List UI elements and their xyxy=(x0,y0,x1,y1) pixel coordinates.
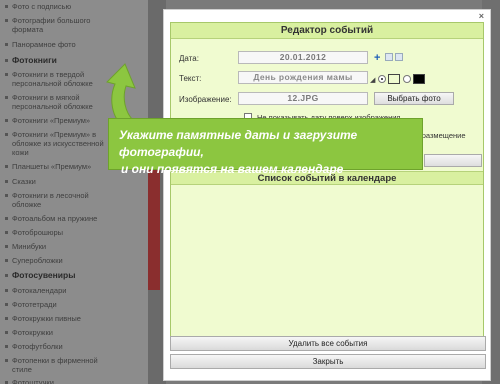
bullet-icon xyxy=(5,59,8,62)
sidebar-item[interactable]: стиле xyxy=(12,365,152,374)
bullet-icon xyxy=(5,317,8,320)
bullet-icon xyxy=(5,217,8,220)
image-label: Изображение: xyxy=(179,95,232,104)
bullet-icon xyxy=(5,259,8,262)
callout-line-2: и они появятся на вашем календаре xyxy=(121,162,344,176)
sidebar-section-heading: Фотосувениры xyxy=(12,270,76,280)
callout-line-1: Укажите памятные даты и загрузите фотогр… xyxy=(119,128,358,159)
bullet-icon xyxy=(5,245,8,248)
bullet-icon xyxy=(5,359,8,362)
sidebar-item[interactable]: Панорамное фото xyxy=(12,40,152,49)
sidebar-item[interactable]: Фотокружки xyxy=(12,328,152,337)
bullet-icon xyxy=(5,165,8,168)
date-input[interactable]: 20.01.2012 xyxy=(238,51,368,64)
promo-callout: Укажите памятные даты и загрузите фотогр… xyxy=(108,118,423,176)
sidebar-item[interactable]: Фотопенки в фирменной xyxy=(12,356,152,365)
sidebar-item[interactable]: Сказки xyxy=(12,177,152,186)
resize-grip-icon: ◢ xyxy=(370,77,376,84)
date-label: Дата: xyxy=(179,54,199,63)
sidebar-item[interactable]: Фототетради xyxy=(12,300,152,309)
image-input[interactable]: 12.JPG xyxy=(238,92,368,105)
sidebar-item[interactable]: Минибуки xyxy=(12,242,152,251)
bullet-icon xyxy=(5,73,8,76)
bullet-icon xyxy=(5,274,8,277)
editor-title: Редактор событий xyxy=(171,23,483,39)
bullet-icon xyxy=(5,231,8,234)
editor-panel: Редактор событий Дата: 20.01.2012 + Текс… xyxy=(170,22,484,344)
sidebar-item[interactable]: Фотоброшюры xyxy=(12,228,152,237)
sidebar-nav: Фото с подписью Фотографии большого формат… xyxy=(0,0,160,384)
close-button[interactable]: Закрыть xyxy=(170,354,486,369)
bullet-icon xyxy=(5,96,8,99)
sidebar-item[interactable]: Фотографии большого xyxy=(12,16,152,25)
black-swatch[interactable] xyxy=(413,74,425,84)
bullet-icon xyxy=(5,119,8,122)
bullet-icon xyxy=(5,303,8,306)
sidebar-item[interactable]: Фотоштучки xyxy=(12,378,152,384)
event-editor-modal: × Редактор событий Дата: 20.01.2012 + Те… xyxy=(163,9,491,381)
bullet-icon xyxy=(5,331,8,334)
bullet-icon xyxy=(5,43,8,46)
delete-all-button[interactable]: Удалить все события xyxy=(170,336,486,351)
add-date-icon[interactable]: + xyxy=(374,53,380,64)
sidebar-item[interactable]: Фотокружки пивные xyxy=(12,314,152,323)
date-prev-icon[interactable] xyxy=(385,53,393,61)
save-event-button[interactable] xyxy=(424,154,482,167)
bullet-icon xyxy=(5,194,8,197)
white-swatch[interactable] xyxy=(388,74,400,84)
bullet-icon xyxy=(5,180,8,183)
choose-photo-button[interactable]: Выбрать фото xyxy=(374,92,454,105)
bullet-icon xyxy=(5,5,8,8)
sidebar-item[interactable]: Фотокалендари xyxy=(12,286,152,295)
callout-text: Укажите памятные даты и загрузите фотогр… xyxy=(119,127,419,178)
text-label: Текст: xyxy=(179,74,202,83)
bullet-icon xyxy=(5,19,8,22)
sidebar-item[interactable]: Фотоальбом на пружине xyxy=(12,214,152,223)
sidebar-item[interactable]: Суперобложки xyxy=(12,256,152,265)
color-white-radio[interactable] xyxy=(378,75,386,83)
bullet-icon xyxy=(5,289,8,292)
sidebar-item[interactable]: Фото с подписью xyxy=(12,2,152,11)
bullet-icon xyxy=(5,345,8,348)
sidebar-item[interactable]: Фотофутболки xyxy=(12,342,152,351)
sidebar-item[interactable]: обложке xyxy=(12,200,152,209)
bullet-icon xyxy=(5,133,8,136)
text-input[interactable]: День рождения мамы xyxy=(238,71,368,84)
date-next-icon[interactable] xyxy=(395,53,403,61)
sidebar-item[interactable]: формата xyxy=(12,25,152,34)
close-icon[interactable]: × xyxy=(479,11,484,21)
color-black-radio[interactable] xyxy=(403,75,411,83)
sidebar-item[interactable]: Фотокниги в лесочной xyxy=(12,191,152,200)
